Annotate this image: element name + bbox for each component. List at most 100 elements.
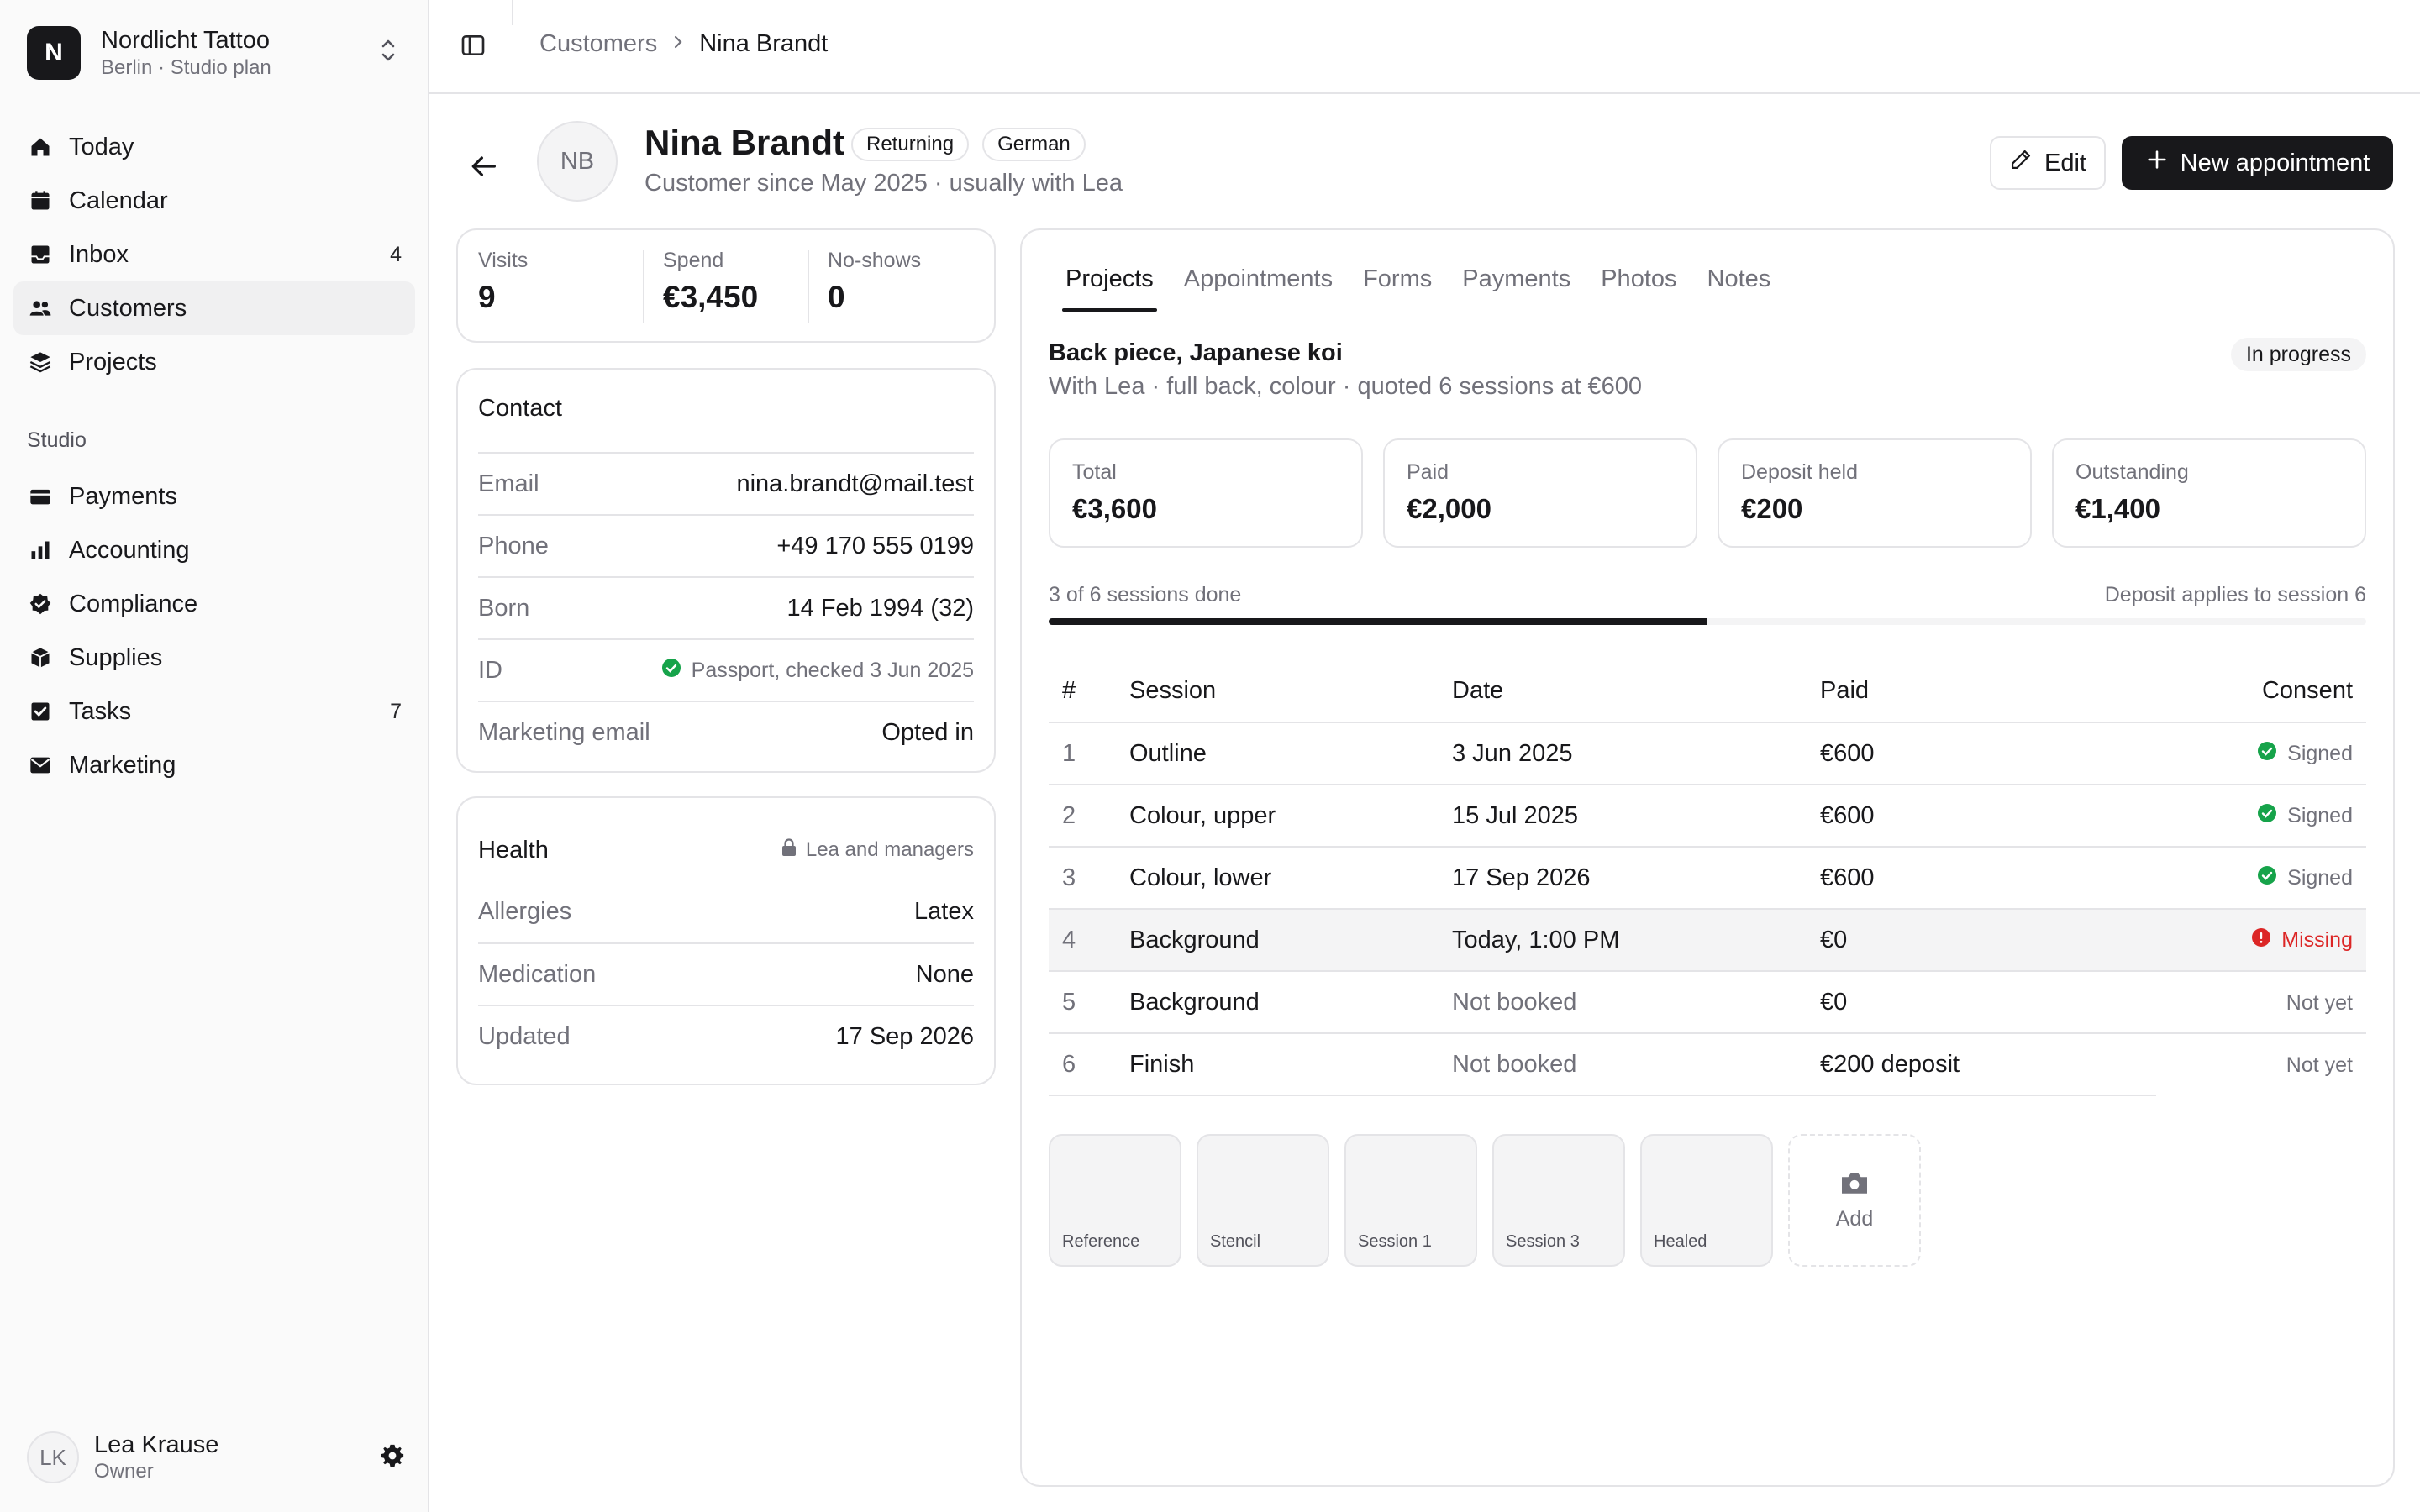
- consent-status[interactable]: Missing: [2251, 927, 2353, 953]
- project-title[interactable]: Back piece, Japanese koi: [1049, 339, 1343, 367]
- consent-status: Signed: [2257, 803, 2353, 829]
- session-paid: €200 deposit: [1820, 1033, 2156, 1096]
- sidebar-item-projects[interactable]: Projects: [13, 335, 415, 389]
- session-name: Background: [1129, 971, 1452, 1034]
- photo-thumbnail[interactable]: Reference: [1049, 1134, 1181, 1267]
- home-icon: [29, 135, 52, 159]
- contact-row-email: Email nina.brandt@mail.test: [478, 452, 974, 514]
- workspace-plan: Berlin · Studio plan: [101, 56, 271, 79]
- customer-header: NB Nina Brandt Returning German Customer…: [429, 94, 2420, 228]
- progress-text: 3 of 6 sessions done: [1049, 583, 1242, 606]
- badge-check-icon: [29, 592, 52, 616]
- photo-thumbnail[interactable]: Session 1: [1344, 1134, 1477, 1267]
- user-menu[interactable]: LK Lea Krause Owner: [27, 1430, 405, 1485]
- users-icon: [29, 297, 52, 320]
- tab-payments[interactable]: Payments: [1462, 265, 1570, 307]
- money-paid: Paid €2,000: [1383, 438, 1697, 548]
- sidebar-item-accounting[interactable]: Accounting: [13, 523, 415, 577]
- table-row[interactable]: 3 Colour, lower 17 Sep 2026 €600 Signed: [1049, 847, 2366, 910]
- sidebar: N Nordlicht Tattoo Berlin · Studio plan …: [0, 0, 429, 1512]
- check-circle-icon: [2257, 803, 2277, 829]
- email-value[interactable]: nina.brandt@mail.test: [736, 470, 974, 498]
- brand-logo: N: [27, 26, 81, 80]
- session-paid: €600: [1820, 722, 2156, 785]
- table-row[interactable]: 1 Outline 3 Jun 2025 €600 Signed: [1049, 722, 2366, 785]
- session-number: 6: [1049, 1033, 1129, 1096]
- photo-thumbnail[interactable]: Healed: [1640, 1134, 1773, 1267]
- updated-value: 17 Sep 2026: [835, 1022, 974, 1050]
- consent-text: Signed: [2287, 865, 2353, 890]
- phone-value[interactable]: +49 170 555 0199: [776, 533, 974, 560]
- session-date: 3 Jun 2025: [1452, 722, 1820, 785]
- table-row[interactable]: 5 Background Not booked €0 Not yet: [1049, 971, 2366, 1034]
- tab-photos[interactable]: Photos: [1601, 265, 1676, 307]
- table-row[interactable]: 2 Colour, upper 15 Jul 2025 €600 Signed: [1049, 785, 2366, 848]
- new-appointment-button[interactable]: New appointment: [2122, 136, 2393, 190]
- health-card: Health Lea and managers Allergies Latex …: [456, 796, 996, 1085]
- money-value: €1,400: [2075, 493, 2160, 524]
- gear-icon[interactable]: [380, 1443, 405, 1473]
- sidebar-item-supplies[interactable]: Supplies: [13, 631, 415, 685]
- sidebar-item-label: Accounting: [69, 536, 190, 564]
- contact-card: Contact Email nina.brandt@mail.test Phon…: [456, 368, 996, 773]
- money-total: Total €3,600: [1049, 438, 1363, 548]
- photo-thumbnail[interactable]: Stencil: [1197, 1134, 1329, 1267]
- money-label: Total: [1072, 460, 1117, 484]
- session-number: 5: [1049, 971, 1129, 1034]
- money-value: €200: [1741, 493, 1803, 524]
- avatar: LK: [27, 1431, 79, 1483]
- sidebar-item-inbox[interactable]: Inbox 4: [13, 228, 415, 281]
- money-outstanding: Outstanding €1,400: [2052, 438, 2366, 548]
- consent-status: Signed: [2257, 741, 2353, 767]
- box-icon: [29, 646, 52, 669]
- table-row[interactable]: 6 Finish Not booked €200 deposit Not yet: [1049, 1033, 2366, 1096]
- sidebar-item-today[interactable]: Today: [13, 120, 415, 174]
- mail-icon: [29, 753, 52, 777]
- camera-icon: [1839, 1169, 1870, 1200]
- sidebar-item-marketing[interactable]: Marketing: [13, 738, 415, 792]
- tab-notes[interactable]: Notes: [1707, 265, 1771, 307]
- sidebar-item-customers[interactable]: Customers: [13, 281, 415, 335]
- check-circle-icon: [2257, 741, 2277, 767]
- session-name: Colour, lower: [1129, 847, 1452, 910]
- session-number: 3: [1049, 847, 1129, 910]
- page-title: Nina Brandt: [644, 123, 845, 162]
- sidebar-item-tasks[interactable]: Tasks 7: [13, 685, 415, 738]
- sidebar-item-calendar[interactable]: Calendar: [13, 174, 415, 228]
- photo-thumbnail[interactable]: Session 3: [1492, 1134, 1625, 1267]
- consent-status: Not yet: [2286, 1053, 2353, 1077]
- tab-appointments[interactable]: Appointments: [1184, 265, 1333, 307]
- add-photo-label: Add: [1835, 1207, 1874, 1231]
- sidebar-item-label: Marketing: [69, 751, 176, 779]
- workspace-switcher[interactable]: N Nordlicht Tattoo Berlin · Studio plan: [27, 25, 400, 81]
- sidebar-item-compliance[interactable]: Compliance: [13, 577, 415, 631]
- arrow-left-icon[interactable]: [466, 150, 500, 183]
- tab-forms[interactable]: Forms: [1363, 265, 1432, 307]
- column-header: #: [1049, 660, 1129, 723]
- edit-label: Edit: [2044, 149, 2086, 176]
- sidebar-item-label: Compliance: [69, 590, 198, 617]
- kv-label: Email: [478, 470, 539, 497]
- session-name: Colour, upper: [1129, 785, 1452, 848]
- stat-label: Visits: [478, 249, 529, 272]
- add-photo-button[interactable]: Add: [1788, 1134, 1921, 1267]
- table-row-current[interactable]: 4 Background Today, 1:00 PM €0 Missing: [1049, 909, 2366, 972]
- session-name: Background: [1129, 909, 1452, 972]
- breadcrumb-customers[interactable]: Customers: [539, 30, 657, 58]
- photo-label: Session 1: [1358, 1232, 1432, 1251]
- sidebar-toggle-icon[interactable]: [460, 32, 487, 59]
- id-value: Passport, checked 3 Jun 2025: [661, 658, 974, 684]
- stat-spend: Spend €3,450: [643, 230, 808, 341]
- sidebar-item-payments[interactable]: Payments: [13, 470, 415, 523]
- sidebar-item-label: Payments: [69, 482, 177, 510]
- stat-visits: Visits 9: [458, 230, 643, 341]
- tab-projects[interactable]: Projects: [1062, 265, 1157, 312]
- consent-text: Signed: [2287, 741, 2353, 765]
- session-paid: €600: [1820, 785, 2156, 848]
- edit-button[interactable]: Edit: [1990, 136, 2106, 190]
- session-date: Not booked: [1452, 1033, 1820, 1096]
- progress-bar: [1049, 618, 2366, 625]
- session-date: Not booked: [1452, 971, 1820, 1034]
- marketing-value: Opted in: [881, 718, 974, 746]
- photo-label: Stencil: [1210, 1232, 1261, 1251]
